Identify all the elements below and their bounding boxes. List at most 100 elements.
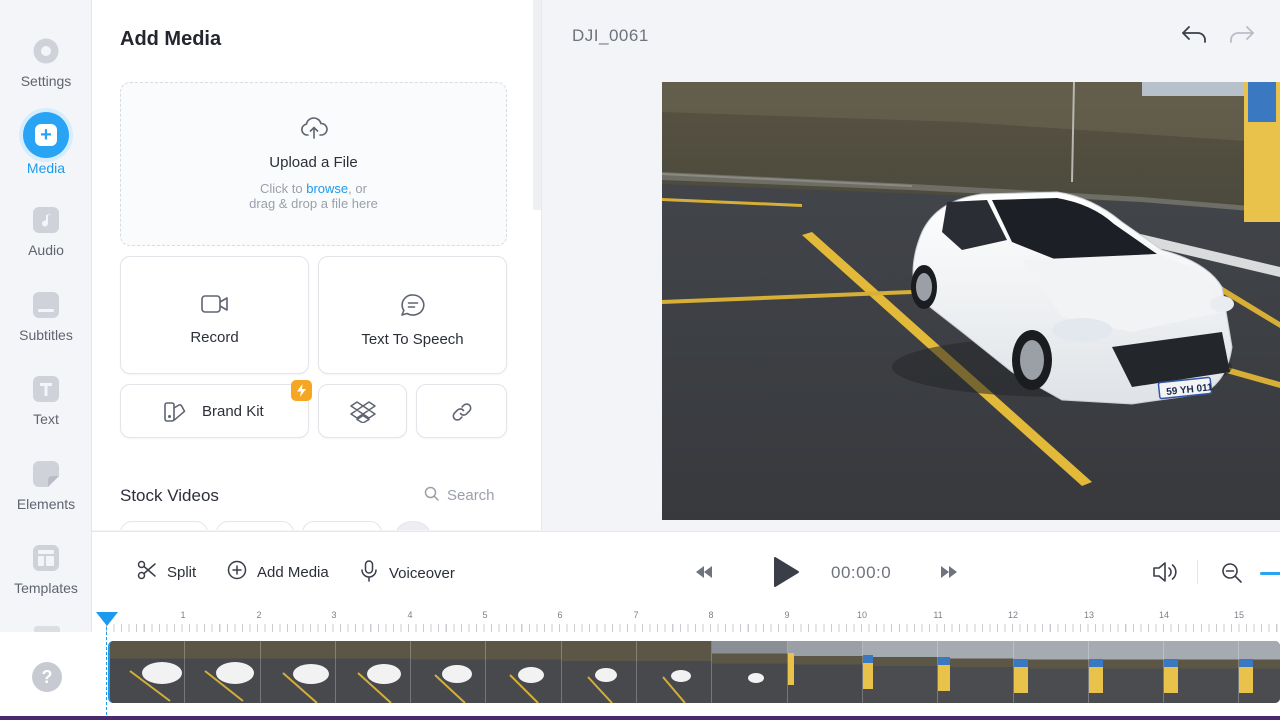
brand-kit-button[interactable]: Brand Kit (120, 380, 312, 438)
ruler-label: 3 (331, 610, 337, 620)
voiceover-button[interactable]: Voiceover (359, 560, 455, 586)
voiceover-label: Voiceover (389, 564, 455, 582)
stock-category-chip[interactable] (120, 521, 208, 530)
playhead-handle[interactable] (96, 612, 118, 626)
stock-scroll-button[interactable] (396, 521, 430, 530)
video-clip[interactable] (108, 641, 1280, 703)
clip-thumbnail (486, 641, 562, 703)
ruler-label: 12 (1007, 610, 1019, 620)
panel-scrollbar[interactable] (533, 0, 541, 210)
clip-thumbnail (411, 641, 487, 703)
ruler-label: 10 (856, 610, 868, 620)
video-preview[interactable]: 59 YH 011 (662, 82, 1280, 520)
subtitles-icon (31, 290, 61, 320)
clip-thumbnail (938, 641, 1014, 703)
scissors-icon (137, 560, 157, 584)
sticker-icon (31, 459, 61, 489)
music-note-icon (31, 205, 61, 235)
sidebar-item-label: Elements (16, 496, 76, 512)
ruler-label: 7 (633, 610, 639, 620)
text-to-speech-button[interactable]: Text To Speech (318, 256, 507, 374)
record-button[interactable]: Record (120, 256, 309, 374)
cloud-upload-icon (121, 117, 506, 146)
sidebar-item-audio[interactable]: Audio (0, 205, 92, 285)
clip-thumbnail (787, 641, 863, 703)
clip-thumbnail (335, 641, 412, 703)
fast-forward-icon[interactable] (940, 565, 958, 584)
sidebar-item-label: Subtitles (19, 327, 73, 343)
sidebar-item-media[interactable]: + Media (0, 112, 92, 192)
timeline[interactable]: 1 2 3 4 5 6 7 8 9 10 11 12 13 14 15 (92, 610, 1280, 720)
clip-thumbnail (1088, 641, 1165, 703)
add-media-label: Add Media (257, 563, 329, 581)
sidebar-item-elements[interactable]: Elements (0, 459, 92, 539)
sidebar-item-settings[interactable]: Settings (0, 36, 92, 116)
upload-dropzone[interactable]: Upload a File Click to browse, or drag &… (120, 82, 507, 246)
clip-thumbnail (110, 641, 186, 703)
add-media-button[interactable]: Add Media (227, 560, 329, 584)
clip-thumbnail (561, 641, 638, 703)
dropbox-button[interactable] (318, 384, 407, 438)
stock-category-chip[interactable] (302, 521, 382, 530)
stock-search[interactable]: Search (424, 486, 495, 505)
ruler-label: 15 (1233, 610, 1245, 620)
video-camera-icon (121, 293, 308, 320)
ruler-label: 11 (933, 610, 943, 620)
tts-label: Text To Speech (361, 331, 464, 348)
sidebar-item-label: Text (33, 411, 59, 427)
ruler-label: 1 (180, 610, 186, 620)
brand-kit-icon (163, 400, 187, 429)
volume-icon[interactable] (1151, 560, 1179, 589)
clip-thumbnail (185, 641, 261, 703)
ruler-label: 9 (784, 610, 790, 620)
split-button[interactable]: Split (137, 560, 196, 584)
sidebar-item-label: Media (26, 160, 66, 176)
clip-thumbnail (1013, 641, 1089, 703)
record-label: Record (190, 329, 239, 346)
zoom-out-icon[interactable] (1221, 562, 1243, 589)
sidebar-item-templates[interactable]: Templates (0, 543, 92, 623)
zoom-slider[interactable] (1260, 572, 1280, 575)
panel-title: Add Media (120, 28, 222, 50)
browse-link[interactable]: browse (306, 181, 348, 196)
clip-thumbnail (260, 641, 336, 703)
upload-title: Upload a File (269, 154, 358, 171)
upload-hint: Click to browse, or drag & drop a file h… (249, 181, 378, 211)
rewind-icon[interactable] (695, 565, 713, 584)
sidebar: Settings + Media Audio Subtitles Text El… (0, 0, 92, 720)
sidebar-item-label: Audio (28, 242, 64, 258)
clip-thumbnail (1164, 641, 1240, 703)
redo-icon[interactable] (1228, 22, 1256, 53)
sidebar-item-text[interactable]: Text (0, 374, 92, 454)
ruler-label: 13 (1083, 610, 1095, 620)
link-icon (417, 401, 506, 428)
timeline-ruler[interactable] (106, 624, 1280, 632)
sidebar-item-label: Templates (14, 580, 78, 596)
brand-kit-label: Brand Kit (202, 403, 264, 420)
ruler-label: 8 (708, 610, 714, 620)
project-title[interactable]: DJI_0061 (572, 26, 649, 46)
search-icon (424, 486, 439, 505)
ruler-label: 6 (557, 610, 563, 620)
link-import-button[interactable] (416, 384, 507, 438)
template-icon (31, 543, 61, 573)
playhead-line (106, 622, 107, 720)
text-icon (31, 374, 61, 404)
speech-bubble-icon (319, 292, 506, 323)
microphone-icon (359, 560, 379, 586)
help-button[interactable]: ? (32, 662, 62, 692)
editor-toolbar: Split Add Media Voiceover 00:00:0 (92, 531, 1280, 610)
play-icon[interactable] (772, 556, 800, 593)
settings-icon (31, 36, 61, 66)
sidebar-item-subtitles[interactable]: Subtitles (0, 290, 92, 370)
dropbox-icon (319, 401, 406, 428)
plus-circle-icon (227, 560, 247, 584)
split-label: Split (167, 563, 197, 581)
ruler-label: 2 (256, 610, 262, 620)
stock-videos-title: Stock Videos (120, 486, 219, 505)
undo-icon[interactable] (1180, 22, 1208, 53)
search-placeholder: Search (447, 487, 495, 504)
stock-category-chip[interactable] (216, 521, 294, 530)
ruler-label: 5 (482, 610, 488, 620)
playback-time: 00:00:0 (831, 563, 892, 582)
